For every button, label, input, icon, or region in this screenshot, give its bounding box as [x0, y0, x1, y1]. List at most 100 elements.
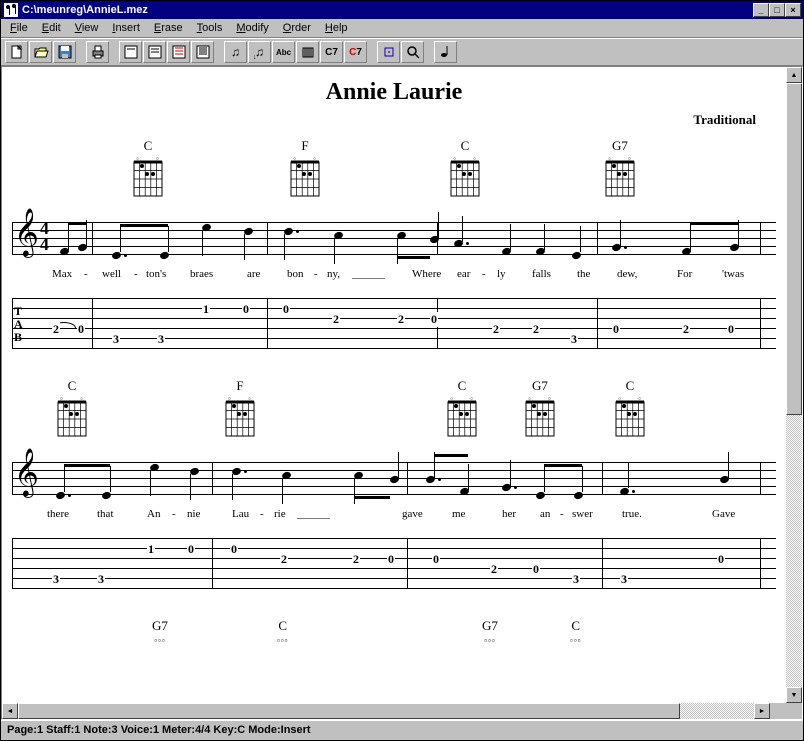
title-bar: C:\meunreg\AnnieL.mez _ □ ×	[1, 1, 803, 19]
music-btn2[interactable]: ♫↓	[248, 41, 271, 63]
target-button[interactable]	[377, 41, 400, 63]
menu-erase[interactable]: Erase	[147, 20, 190, 36]
fretboard-icon: ○○	[54, 396, 90, 440]
system-2: C ○○ F ○○ C ○○ G7 ○○ C ○○	[12, 378, 776, 598]
content-wrap: Annie Laurie Traditional C ○○ F ○○ C ○○ …	[1, 66, 803, 720]
c7-red-button[interactable]: C7	[344, 41, 367, 63]
menu-tools[interactable]: Tools	[190, 20, 230, 36]
chord-row-1: C ○○ F ○○ C ○○ G7 ○○	[12, 138, 776, 204]
lyric-syllable: the	[577, 268, 590, 280]
scroll-right-button[interactable]: ►	[754, 703, 770, 719]
svg-text:○: ○	[60, 396, 63, 402]
fretboard-icon: ○○	[522, 396, 558, 440]
menu-view[interactable]: View	[68, 20, 106, 36]
tab-number: 0	[187, 542, 195, 557]
lyric-syllable: -	[84, 268, 88, 280]
view1-button[interactable]	[119, 41, 142, 63]
chord-name: F	[287, 138, 323, 154]
svg-text:○: ○	[228, 396, 231, 402]
lyric-syllable: gave	[402, 508, 423, 520]
tab-number: 2	[52, 322, 60, 337]
chord-name: C	[447, 138, 483, 154]
chord-name: G7	[602, 138, 638, 154]
svg-text:○: ○	[628, 156, 631, 162]
lyric-syllable: Gave	[712, 508, 735, 520]
v-scroll-track[interactable]	[786, 83, 802, 687]
lyric-syllable: ton's	[146, 268, 166, 280]
chord-diagram-button[interactable]	[296, 41, 319, 63]
tab-number: 0	[532, 562, 540, 577]
maximize-button[interactable]: □	[769, 3, 785, 17]
music-btn1[interactable]: ♫	[224, 41, 247, 63]
score-canvas[interactable]: Annie Laurie Traditional C ○○ F ○○ C ○○ …	[2, 67, 786, 703]
fretboard-icon: ○○	[447, 156, 483, 200]
lyric-syllable: that	[97, 508, 114, 520]
tab-number: 0	[282, 302, 290, 317]
zoom-button[interactable]	[401, 41, 424, 63]
tab-number: 2	[332, 312, 340, 327]
chord-name: G7	[482, 618, 498, 634]
scroll-up-button[interactable]: ▲	[786, 67, 802, 83]
chord-name: G7	[522, 378, 558, 394]
scroll-left-button[interactable]: ◄	[2, 703, 18, 719]
scroll-down-button[interactable]: ▼	[786, 687, 802, 703]
lyric-syllable: For	[677, 268, 692, 280]
chord-diagram: C ○○	[54, 378, 90, 440]
menu-file[interactable]: File	[3, 20, 35, 36]
view4-button[interactable]	[191, 41, 214, 63]
staff-1: 𝄞 44	[12, 208, 776, 266]
tab-number: 3	[97, 572, 105, 587]
lyric-syllable: -	[260, 508, 264, 520]
menu-order[interactable]: Order	[276, 20, 318, 36]
lyric-syllable: -	[314, 268, 318, 280]
score-title: Annie Laurie	[12, 79, 776, 106]
lyric-syllable: me	[452, 508, 465, 520]
fretboard-icon: ○○	[287, 156, 323, 200]
menu-edit[interactable]: Edit	[35, 20, 68, 36]
lyric-syllable: dew,	[617, 268, 637, 280]
lyric-syllable: ______	[297, 508, 330, 520]
abc-button[interactable]: Abc	[272, 41, 295, 63]
system-1: C ○○ F ○○ C ○○ G7 ○○	[12, 138, 776, 358]
new-button[interactable]	[5, 41, 28, 63]
save-button[interactable]	[53, 41, 76, 63]
h-scrollbar[interactable]: ◄ ►	[2, 703, 786, 719]
svg-text:○: ○	[136, 156, 139, 162]
tab-number: 0	[242, 302, 250, 317]
lyric-syllable: Where	[412, 268, 441, 280]
svg-text:○: ○	[638, 396, 641, 402]
v-scrollbar[interactable]: ▲ ▼	[786, 67, 802, 719]
menu-modify[interactable]: Modify	[229, 20, 275, 36]
time-signature: 44	[40, 220, 49, 252]
print-button[interactable]	[86, 41, 109, 63]
c7-button[interactable]: C7	[320, 41, 343, 63]
lyric-syllable: ny,	[327, 268, 340, 280]
view2-button[interactable]	[143, 41, 166, 63]
chord-name: C	[277, 618, 289, 634]
svg-text:○: ○	[248, 396, 251, 402]
view3-button[interactable]	[167, 41, 190, 63]
treble-clef-icon: 𝄞	[14, 452, 39, 494]
chord-diagram: F ○○	[287, 138, 323, 200]
minimize-button[interactable]: _	[753, 3, 769, 17]
status-text: Page:1 Staff:1 Note:3 Voice:1 Meter:4/4 …	[7, 724, 311, 736]
note-button[interactable]	[434, 41, 457, 63]
menu-insert[interactable]: Insert	[105, 20, 147, 36]
lyric-syllable: rie	[274, 508, 286, 520]
tab-number: 1	[202, 302, 210, 317]
chord-diagram: G7▫▫▫	[152, 618, 168, 645]
h-scroll-track[interactable]	[18, 703, 754, 719]
tab-number: 2	[532, 322, 540, 337]
tab-number: 2	[352, 552, 360, 567]
tab-number: 3	[52, 572, 60, 587]
svg-text:♫: ♫	[255, 45, 264, 59]
open-button[interactable]	[29, 41, 52, 63]
lyric-syllable: 'twas	[722, 268, 744, 280]
svg-text:○: ○	[156, 156, 159, 162]
window-controls: _ □ ×	[753, 3, 801, 17]
app-window: C:\meunreg\AnnieL.mez _ □ × File Edit Vi…	[0, 0, 804, 741]
menu-help[interactable]: Help	[318, 20, 355, 36]
lyric-syllable: -	[482, 268, 486, 280]
close-button[interactable]: ×	[785, 3, 801, 17]
fretboard-icon: ○○	[130, 156, 166, 200]
